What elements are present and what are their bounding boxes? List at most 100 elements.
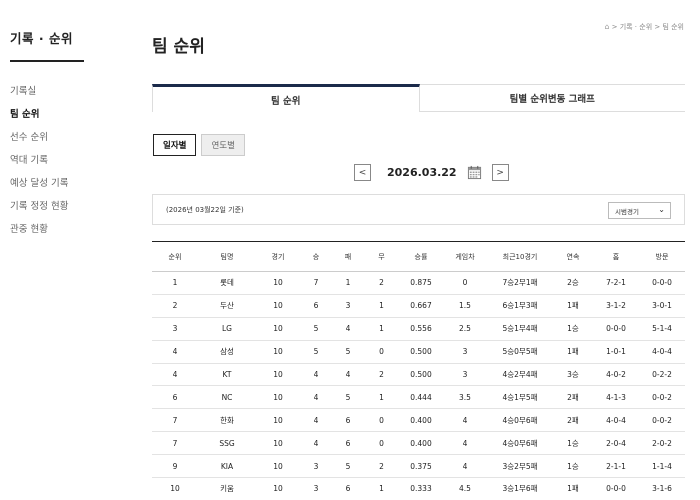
table-row: 2 두산 10 6 3 1 0.667 1.5 6승1무3패 1패 3-1-2 3-0-1 [152,294,685,318]
table-cell: SSG [198,431,256,456]
table-cell: 1패 [553,294,593,318]
table-cell: 3 [443,340,487,364]
table-cell: 0.400 [399,408,443,433]
table-cell: 3승 [553,363,593,387]
table-cell: 1패 [553,340,593,364]
table-cell: 0.667 [399,294,443,318]
table-cell: 7-2-1 [593,271,639,295]
table-cell: 3.5 [443,385,487,410]
table-cell: 5 [332,454,364,479]
table-row: 1 롯데 10 7 1 2 0.875 0 7승2무1패 2승 7-2-1 0-0-0 [152,271,685,295]
table-cell: 4승0무6패 [487,431,553,456]
table-cell: 2패 [553,408,593,433]
sidebar-item[interactable]: 기록실 [10,83,68,106]
table-cell: 3승2무5패 [487,454,553,479]
sidebar-item[interactable]: 기록 정정 현황 [10,198,68,221]
table-cell: 두산 [198,294,256,318]
table-cell: 4 [332,363,364,387]
table-cell: 0.400 [399,431,443,456]
table-cell: 5승0무5패 [487,340,553,364]
sidebar-divider [10,60,84,62]
table-cell: 1 [332,271,364,295]
table-cell: 2 [152,294,198,318]
sidebar-item[interactable]: 팀 순위 [10,106,68,129]
column-header: 승률 [399,241,443,272]
table-cell: 3 [152,317,198,341]
table-cell: 10 [256,431,300,456]
column-header: 홈 [593,241,639,272]
table-row: 3 LG 10 5 4 1 0.556 2.5 5승1무4패 1승 0-0-0 5-1-4 [152,317,685,341]
table-cell: 10 [256,385,300,410]
table-cell: 1 [364,317,399,341]
table-cell: 1 [364,294,399,318]
tab-team-standings[interactable]: 팀 순위 [152,84,420,112]
table-body: 1 롯데 10 7 1 2 0.875 0 7승2무1패 2승 7-2-1 0-0-0 2 두산 10 6 3 1… [152,271,685,500]
table-cell: 4 [443,431,487,456]
table-cell: 4 [443,408,487,433]
standings-table: 순위 팀명 경기 승 패 무 승률 게임차 최근10경기 연속 홈 방문 1 롯데 10 7 1 2 0.875 0… [152,241,685,500]
table-cell: 0-0-2 [639,385,685,410]
table-cell: 1-0-1 [593,340,639,364]
sidebar-item[interactable]: 역대 기록 [10,152,68,175]
table-cell: 2-0-4 [593,431,639,456]
table-cell: 1 [152,271,198,295]
table-cell: 0 [364,431,399,456]
table-cell: 4승0무6패 [487,408,553,433]
table-cell: 5 [300,317,332,341]
table-cell: 0.375 [399,454,443,479]
table-cell: 0.875 [399,271,443,295]
column-header: 승 [300,241,332,272]
table-cell: 1 [364,385,399,410]
calendar-icon[interactable] [467,165,482,180]
daily-view-button[interactable]: 일자별 [153,134,197,156]
table-cell: 2-1-1 [593,454,639,479]
table-cell: 7 [152,431,198,456]
table-cell: 2.5 [443,317,487,341]
table-cell: 10 [256,271,300,295]
page-title: 팀 순위 [152,37,205,57]
sidebar-item[interactable]: 선수 순위 [10,129,68,152]
table-cell: 7 [300,271,332,295]
column-header: 방문 [639,241,685,272]
table-cell: 2패 [553,385,593,410]
table-row: 4 KT 10 4 4 2 0.500 3 4승2무4패 3승 4-0-2 0-2-2 [152,363,685,387]
column-header: 무 [364,241,399,272]
table-cell: 4승1무5패 [487,385,553,410]
breadcrumb-trail[interactable]: > 기록 · 순위 > 팀 순위 [612,23,684,31]
home-icon[interactable]: ⌂ [605,22,610,31]
table-cell: 6 [332,477,364,500]
table-cell: 10 [256,477,300,500]
table-cell: 0-2-2 [639,363,685,387]
table-cell: 4 [300,363,332,387]
prev-date-button[interactable]: < [354,164,371,181]
table-cell: 1패 [553,477,593,500]
table-cell: 4-0-2 [593,363,639,387]
table-cell: 0.333 [399,477,443,500]
table-cell: 0-0-0 [639,271,685,295]
sidebar-item[interactable]: 예상 달성 기록 [10,175,68,198]
column-header: 팀명 [198,241,256,272]
next-date-button[interactable]: > [491,164,509,181]
reference-date-caption: (2026년 03월22일 기준) [166,206,244,214]
sidebar-item[interactable]: 관중 현황 [10,221,68,244]
table-cell: 0.500 [399,340,443,364]
table-cell: 5 [300,340,332,364]
date-navigator: < 2026.03.22 > [354,164,509,181]
table-cell: 키움 [198,477,256,500]
table-cell: 4-1-3 [593,385,639,410]
table-cell: 4 [300,385,332,410]
column-header: 순위 [152,241,198,272]
table-cell: 6 [332,408,364,433]
table-header-row: 순위 팀명 경기 승 패 무 승률 게임차 최근10경기 연속 홈 방문 [152,241,685,272]
table-cell: 4 [300,408,332,433]
tab-rank-graph[interactable]: 팀별 순위변동 그래프 [419,84,685,111]
table-cell: 9 [152,454,198,479]
table-row: 6 NC 10 4 5 1 0.444 3.5 4승1무5패 2패 4-1-3 0-0-2 [152,385,685,410]
table-cell: 4승2무4패 [487,363,553,387]
table-row: 9 KIA 10 3 5 2 0.375 4 3승2무5패 1승 2-1-1 1-1-4 [152,454,685,479]
table-cell: 2 [364,271,399,295]
table-cell: 6승1무3패 [487,294,553,318]
current-date: 2026.03.22 [387,166,457,179]
yearly-view-button[interactable]: 연도별 [201,134,245,156]
game-type-select[interactable]: 시범경기 ⌄ [608,202,671,219]
